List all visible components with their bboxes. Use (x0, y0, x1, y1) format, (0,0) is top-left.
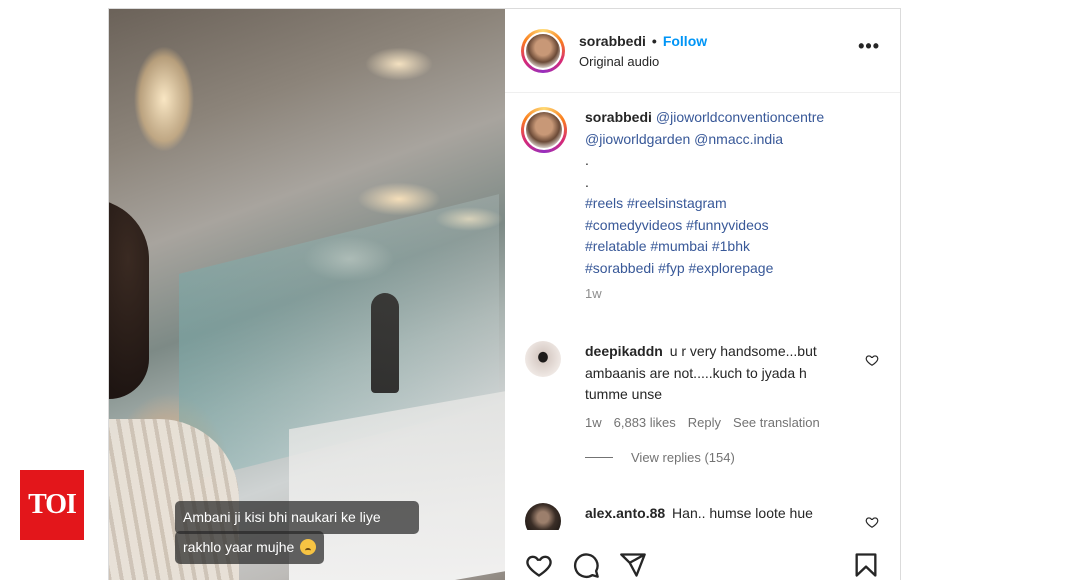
commenter-avatar[interactable] (525, 341, 561, 377)
hashtag-line[interactable]: #comedyvideos #funnyvideos (585, 215, 875, 237)
separator-dot: • (651, 32, 657, 49)
comment-heart-icon[interactable] (865, 515, 879, 529)
reel-video[interactable]: Ambani ji kisi bhi naukari ke liye rakhl… (109, 9, 505, 580)
comment-likes[interactable]: 6,883 likes (614, 412, 676, 434)
view-replies-button[interactable]: View replies (154) (585, 450, 735, 465)
video-caption-text1: Ambani ji kisi bhi naukari ke liye (183, 509, 381, 525)
toi-logo: TOI (20, 470, 84, 540)
video-caption-line1: Ambani ji kisi bhi naukari ke liye (175, 501, 419, 534)
author-username[interactable]: sorabbedi (579, 33, 646, 49)
comment-icon[interactable] (572, 551, 600, 579)
commenter-avatar[interactable] (525, 503, 561, 530)
caption-username[interactable]: sorabbedi (585, 109, 652, 125)
comments-section[interactable]: sorabbedi @jioworldconventioncentre @jiow… (505, 93, 900, 530)
instagram-post: Ambani ji kisi bhi naukari ke liye rakhl… (108, 8, 901, 580)
post-side-panel: sorabbedi • Follow Original audio ••• so… (505, 9, 900, 580)
view-replies-label: View replies (154) (631, 450, 735, 465)
view-replies-line (585, 457, 613, 458)
comment-time[interactable]: 1w (585, 412, 602, 434)
more-options-icon[interactable]: ••• (858, 37, 880, 55)
post-actions-bar (505, 545, 900, 580)
comment-heart-icon[interactable] (865, 353, 879, 367)
comment-item: alex.anto.88 Han.. humse loote hue paisa (525, 503, 885, 530)
hashtag-line[interactable]: #sorabbedi #fyp #explorepage (585, 258, 875, 280)
follow-button[interactable]: Follow (663, 33, 707, 49)
see-translation-button[interactable]: See translation (733, 412, 820, 434)
mention-link[interactable]: @nmacc.india (694, 131, 783, 147)
hashtag-line[interactable]: #reels #reelsinstagram (585, 193, 875, 215)
caption-dot-line: . (585, 152, 589, 168)
author-avatar[interactable] (521, 28, 565, 73)
caption-dot-line: . (585, 173, 589, 190)
send-icon[interactable] (619, 551, 647, 579)
bookmark-icon[interactable] (852, 551, 880, 579)
commenter-username[interactable]: deepikaddn (585, 343, 663, 359)
commenter-username[interactable]: alex.anto.88 (585, 505, 665, 521)
hashtag-line[interactable]: #relatable #mumbai #1bhk (585, 236, 875, 258)
video-caption-line2: rakhlo yaar mujhe (175, 531, 325, 564)
heart-icon[interactable] (525, 551, 553, 579)
video-caption-text2: rakhlo yaar mujhe (183, 539, 295, 555)
reply-button[interactable]: Reply (688, 412, 721, 434)
mention-link[interactable]: @jioworldconventioncentre (656, 109, 824, 125)
video-person-hair (109, 199, 149, 399)
audio-label[interactable]: Original audio (579, 54, 707, 69)
mention-link[interactable]: @jioworldgarden (585, 131, 690, 147)
caption-author-avatar[interactable] (521, 107, 567, 153)
tired-face-emoji-icon (300, 539, 317, 555)
video-person-background (371, 293, 399, 393)
comment-item: deepikaddn u r very handsome...but ambaa… (525, 341, 885, 433)
caption-timestamp[interactable]: 1w (585, 283, 875, 305)
post-header: sorabbedi • Follow Original audio ••• (505, 9, 900, 93)
post-caption: sorabbedi @jioworldconventioncentre @jiow… (521, 107, 875, 305)
